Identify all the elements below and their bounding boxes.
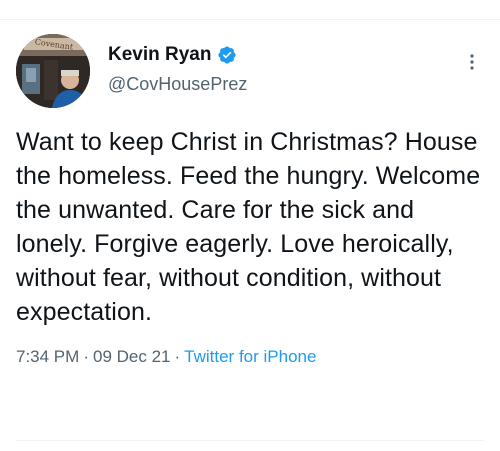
more-options-icon[interactable] [462, 52, 482, 72]
tweet: Covenant Kevin Ryan @CovHousePrez Want t… [16, 30, 484, 367]
display-name[interactable]: Kevin Ryan [108, 44, 211, 66]
avatar[interactable]: Covenant [16, 34, 90, 108]
handle[interactable]: @CovHousePrez [108, 74, 247, 95]
top-divider [0, 19, 500, 20]
tweet-header: Covenant Kevin Ryan @CovHousePrez [16, 30, 484, 110]
display-name-row: Kevin Ryan [108, 44, 247, 66]
tweet-source-link[interactable]: Twitter for iPhone [184, 347, 316, 367]
avatar-photo: Covenant [16, 34, 90, 108]
tweet-date[interactable]: 09 Dec 21 [93, 347, 171, 367]
meta-separator: · [174, 347, 181, 366]
tweet-meta: 7:34 PM · 09 Dec 21 · Twitter for iPhone [16, 347, 484, 367]
author-names: Kevin Ryan @CovHousePrez [108, 44, 247, 95]
verified-badge-icon [217, 45, 237, 65]
tweet-text: Want to keep Christ in Christmas? House … [16, 128, 481, 326]
meta-separator: · [83, 347, 89, 366]
bottom-divider [16, 440, 484, 441]
tweet-time[interactable]: 7:34 PM [16, 347, 79, 367]
